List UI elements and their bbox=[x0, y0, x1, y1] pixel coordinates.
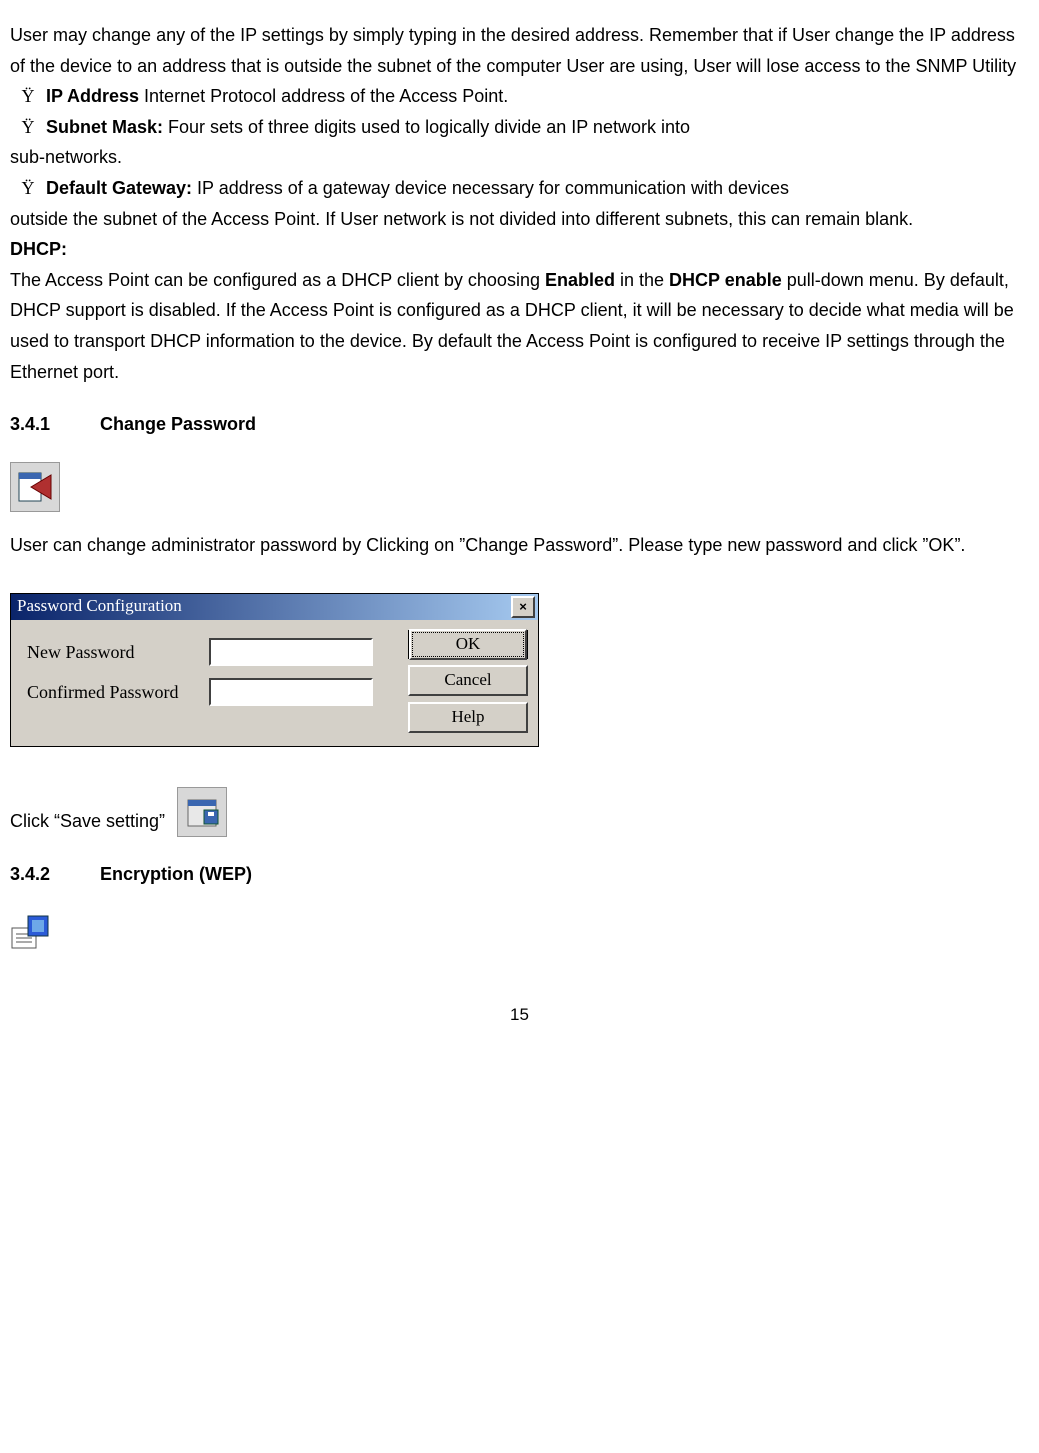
bullet-dot: Ÿ bbox=[10, 81, 46, 112]
bullet-subnet: Ÿ Subnet Mask: Four sets of three digits… bbox=[10, 112, 1029, 143]
heading-341: 3.4.1Change Password bbox=[10, 409, 1029, 440]
close-icon: × bbox=[519, 600, 527, 613]
page-number: 15 bbox=[10, 1001, 1029, 1030]
help-button[interactable]: Help bbox=[408, 702, 528, 733]
new-password-input[interactable] bbox=[209, 638, 373, 666]
intro-text: User may change any of the IP settings b… bbox=[10, 20, 1029, 81]
subnet-cont: sub-networks. bbox=[10, 142, 1029, 173]
dialog-title: Password Configuration bbox=[17, 592, 182, 621]
save-setting-text: Click “Save setting” bbox=[10, 806, 165, 837]
change-password-icon bbox=[10, 462, 60, 512]
new-password-label: New Password bbox=[27, 637, 209, 668]
bullet-dot: Ÿ bbox=[10, 173, 46, 204]
dialog-titlebar: Password Configuration × bbox=[11, 594, 538, 620]
gateway-label: Default Gateway: bbox=[46, 178, 192, 198]
close-button[interactable]: × bbox=[511, 596, 535, 618]
bullet-ip: Ÿ IP Address Internet Protocol address o… bbox=[10, 81, 1029, 112]
dhcp-heading: DHCP: bbox=[10, 234, 1029, 265]
confirm-password-label: Confirmed Password bbox=[27, 677, 209, 708]
gateway-cont: outside the subnet of the Access Point. … bbox=[10, 204, 1029, 235]
gateway-text: IP address of a gateway device necessary… bbox=[192, 178, 789, 198]
bullet-gateway: Ÿ Default Gateway: IP address of a gatew… bbox=[10, 173, 1029, 204]
encryption-icon bbox=[10, 912, 50, 952]
page-content: User may change any of the IP settings b… bbox=[10, 20, 1029, 1030]
s341-desc: User can change administrator password b… bbox=[10, 530, 1029, 561]
save-setting-row: Click “Save setting” bbox=[10, 787, 1029, 837]
dhcp-paragraph: The Access Point can be configured as a … bbox=[10, 265, 1029, 387]
confirm-password-input[interactable] bbox=[209, 678, 373, 706]
subnet-label: Subnet Mask: bbox=[46, 117, 163, 137]
bullet-dot: Ÿ bbox=[10, 112, 46, 143]
password-dialog: Password Configuration × New Password Co… bbox=[10, 593, 539, 747]
subnet-text: Four sets of three digits used to logica… bbox=[163, 117, 690, 137]
save-setting-icon bbox=[177, 787, 227, 837]
ok-button[interactable]: OK bbox=[408, 630, 528, 659]
ip-text: Internet Protocol address of the Access … bbox=[139, 86, 508, 106]
heading-342: 3.4.2Encryption (WEP) bbox=[10, 859, 1029, 890]
ip-label: IP Address bbox=[46, 86, 139, 106]
cancel-button[interactable]: Cancel bbox=[408, 665, 528, 696]
